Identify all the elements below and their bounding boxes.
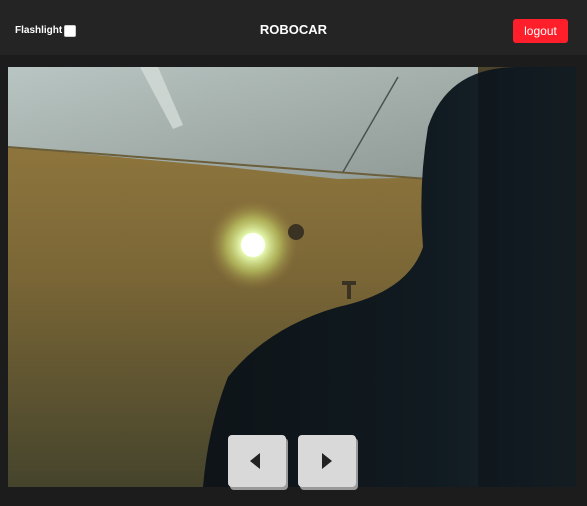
chevron-left-icon <box>250 453 260 469</box>
page-title: ROBOCAR <box>259 22 328 37</box>
top-bar: Flashlight ROBOCAR logout <box>0 0 587 55</box>
camera-feed <box>8 67 576 487</box>
move-right-button[interactable] <box>298 435 356 487</box>
chevron-right-icon <box>322 453 332 469</box>
camera-feed-image <box>8 67 576 487</box>
move-left-button[interactable] <box>228 435 286 487</box>
logout-button[interactable]: logout <box>513 19 568 43</box>
bottom-strip <box>0 487 587 506</box>
